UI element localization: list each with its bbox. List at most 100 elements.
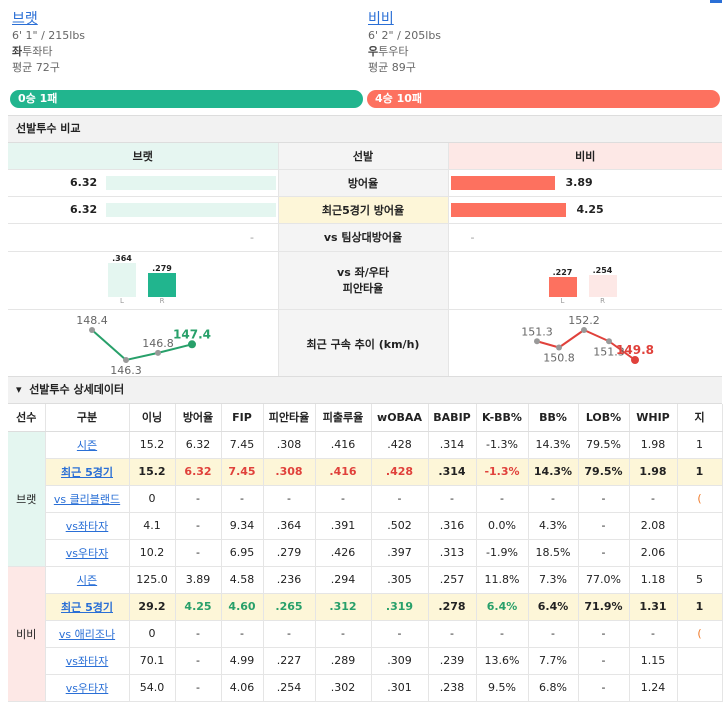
table-cell: .313 — [428, 539, 477, 567]
right-velocity-label: 150.8 — [543, 351, 575, 364]
table-cell: 4.58 — [221, 566, 264, 594]
row-label-cell[interactable]: vs 애리조나 — [45, 620, 130, 648]
table-cell: 2.08 — [629, 512, 678, 540]
right-velocity-segment — [557, 328, 585, 348]
table-cell: 14.3% — [528, 431, 579, 459]
table-cell: 79.5% — [578, 458, 630, 486]
table-cell: - — [629, 620, 678, 648]
table-cell: -1.3% — [476, 431, 529, 459]
right-pitcher-avg-pitches: 평균 89구 — [368, 61, 416, 74]
right-velocity-point — [580, 326, 587, 333]
table-cell: 4.99 — [221, 647, 264, 675]
detail-header-9[interactable]: K-BB% — [476, 404, 529, 432]
table-cell: 125.0 — [129, 566, 176, 594]
row-label-cell[interactable]: 시즌 — [45, 431, 130, 459]
right-velocity-point — [605, 337, 612, 344]
detail-header-13[interactable]: 지 — [677, 404, 723, 432]
detail-header-8[interactable]: BABIP — [428, 404, 477, 432]
row-label-link[interactable]: vs우타자 — [66, 682, 109, 695]
table-cell: .238 — [428, 674, 477, 702]
detail-header-12[interactable]: WHIP — [629, 404, 678, 432]
table-cell: .428 — [371, 458, 429, 486]
right-velocity-label: 152.2 — [568, 314, 600, 327]
table-cell: .239 — [428, 647, 477, 675]
table-cell: .279 — [263, 539, 316, 567]
vs-rhb-left-bar-group: .279 R — [148, 264, 176, 305]
detail-header-1[interactable]: 구분 — [45, 404, 130, 432]
detail-header-5[interactable]: 피안타율 — [263, 404, 316, 432]
recent-era-left-cell: 6.32 — [8, 196, 278, 224]
table-cell: .301 — [371, 674, 429, 702]
table-cell: 71.9% — [578, 593, 630, 621]
table-row: 최근 5경기 29.2 4.25 4.60.265.312.319.278 6.4% 6.… — [8, 593, 723, 621]
recent-era-left-bar — [106, 202, 276, 217]
table-cell: 0 — [129, 485, 176, 513]
row-label-link[interactable]: 시즌 — [77, 574, 97, 587]
left-pitcher-info: 브랫 6' 1" / 215lbs 좌투좌타 평균 72구 — [12, 8, 85, 76]
table-cell: 15.2 — [129, 431, 176, 459]
table-cell: .502 — [371, 512, 429, 540]
table-cell: - — [629, 485, 678, 513]
detail-header-3[interactable]: 방어율 — [175, 404, 222, 432]
table-cell: 7.45 — [221, 458, 264, 486]
left-velocity-label: 146.3 — [110, 364, 142, 376]
row-label-link[interactable]: 시즌 — [77, 439, 97, 452]
detail-header-10[interactable]: BB% — [528, 404, 579, 432]
row-label-link[interactable]: vs좌타자 — [66, 520, 109, 533]
left-pitcher-height-weight: 6' 1" / 215lbs — [12, 29, 86, 42]
table-cell: .316 — [428, 512, 477, 540]
table-cell: 11.8% — [476, 566, 529, 594]
table-cell: -1.3% — [476, 458, 529, 486]
table-cell: - — [175, 674, 222, 702]
row-label-cell[interactable]: vs 클리블랜드 — [45, 485, 130, 513]
right-pitcher-name-link[interactable]: 비비 — [368, 8, 441, 28]
table-row: 브랫 시즌 15.2 6.32 7.45.308.416.428.314 -1.3% 14.… — [8, 431, 723, 567]
table-cell: 0.0% — [476, 512, 529, 540]
left-velocity-point — [89, 326, 95, 333]
detail-header-7[interactable]: wOBAA — [371, 404, 429, 432]
row-label-link[interactable]: vs우타자 — [66, 547, 109, 560]
detail-header-2[interactable]: 이닝 — [129, 404, 176, 432]
row-label-cell[interactable]: 시즌 — [45, 566, 130, 594]
row-label-cell[interactable]: vs우타자 — [45, 539, 130, 567]
table-cell: .364 — [263, 512, 316, 540]
vs-lhb-left-bar — [108, 262, 136, 297]
row-label-link[interactable]: 최근 5경기 — [61, 466, 113, 479]
table-cell: 6.95 — [221, 539, 264, 567]
row-label-cell[interactable]: vs좌타자 — [45, 512, 130, 540]
table-cell: .308 — [263, 431, 316, 459]
row-label-link[interactable]: vs좌타자 — [66, 655, 109, 668]
table-cell: ( — [677, 620, 723, 648]
detail-header-6[interactable]: 피출루율 — [315, 404, 372, 432]
row-label-cell[interactable]: vs우타자 — [45, 674, 130, 702]
table-cell — [677, 539, 723, 567]
table-cell: - — [263, 620, 316, 648]
detail-header-4[interactable]: FIP — [221, 404, 264, 432]
vs-team-left-cell: - — [8, 223, 278, 252]
vs-team-right-value: - — [470, 230, 475, 244]
row-label-link[interactable]: vs 클리블랜드 — [54, 493, 120, 506]
left-pitcher-name-link[interactable]: 브랫 — [12, 8, 85, 28]
row-label-cell[interactable]: 최근 5경기 — [45, 458, 130, 486]
vs-rhb-left-value: .279 — [152, 263, 172, 273]
table-cell: 70.1 — [129, 647, 176, 675]
table-row: vs우타자 10.2-6.95.279.426.397.313 -1.9% 18.5%… — [8, 539, 723, 567]
row-label-link[interactable]: 최근 5경기 — [61, 601, 113, 614]
table-cell: 77.0% — [578, 566, 630, 594]
left-velocity-point — [188, 339, 196, 348]
table-cell: .416 — [315, 431, 372, 459]
detail-section-title[interactable]: ▾ 선발투수 상세데이터 — [8, 376, 722, 404]
row-label-cell[interactable]: 최근 5경기 — [45, 593, 130, 621]
detail-header-0[interactable]: 선수 — [8, 404, 46, 432]
row-label-cell[interactable]: vs좌타자 — [45, 647, 130, 675]
vs-hand-label: vs 좌/우타 피안타율 — [277, 251, 449, 310]
row-label-link[interactable]: vs 애리조나 — [59, 628, 115, 641]
recent-era-right-value: 4.25 — [576, 202, 604, 216]
table-cell: - — [578, 674, 630, 702]
detail-header-11[interactable]: LOB% — [578, 404, 630, 432]
table-cell: 54.0 — [129, 674, 176, 702]
era-right-bar — [450, 175, 555, 190]
vs-lhb-right-bar-group: .227 L — [548, 268, 577, 305]
table-cell: - — [371, 620, 429, 648]
player-name-cell: 비비 — [8, 566, 46, 702]
